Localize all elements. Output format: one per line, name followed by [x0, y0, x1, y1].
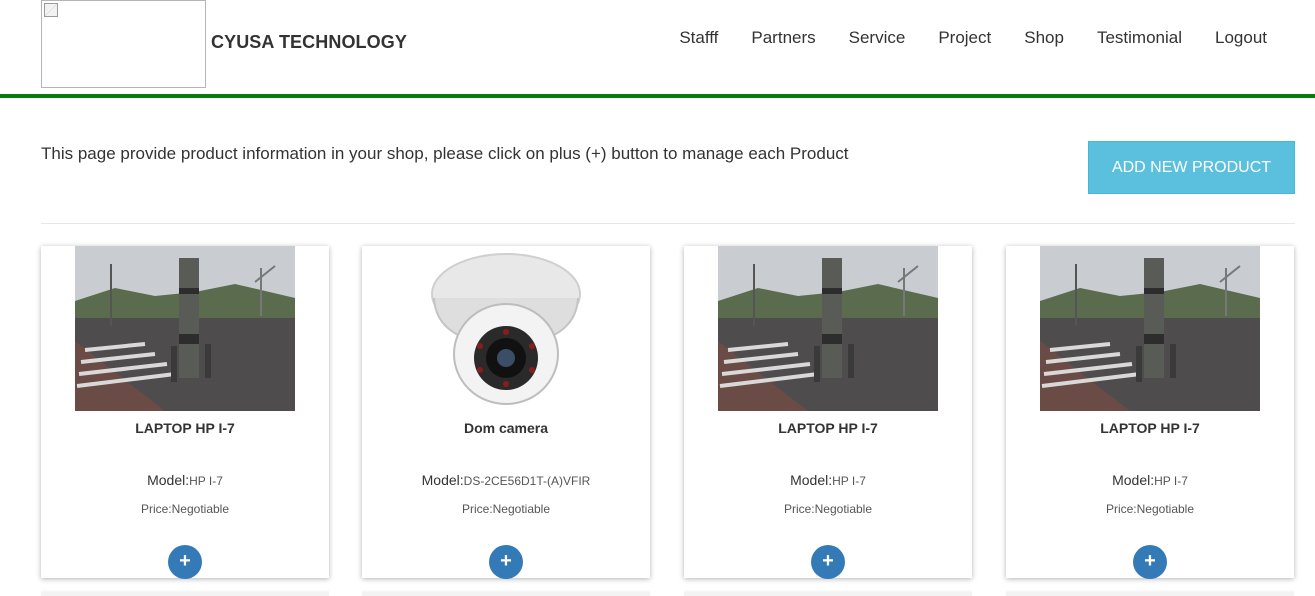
nav-project[interactable]: Project	[938, 28, 991, 48]
nav-service[interactable]: Service	[849, 28, 906, 48]
brand-name[interactable]: CYUSA TECHNOLOGY	[211, 32, 407, 53]
nav-staff[interactable]: Stafff	[679, 28, 718, 48]
next-row-card-edge	[362, 592, 650, 596]
nav-partners[interactable]: Partners	[751, 28, 815, 48]
product-title: LAPTOP HP I-7	[1100, 420, 1200, 436]
product-image	[75, 246, 295, 411]
model-label: Model:	[147, 472, 190, 488]
section-divider	[41, 223, 1295, 224]
nav-testimonial[interactable]: Testimonial	[1097, 28, 1182, 48]
product-model: Model:HP I-7	[41, 472, 329, 488]
product-image	[396, 246, 616, 411]
model-value: HP I-7	[189, 474, 223, 488]
manage-product-plus-button[interactable]: +	[811, 545, 845, 579]
product-price: Price:Negotiable	[140, 502, 230, 516]
main-nav: Stafff Partners Service Project Shop Tes…	[646, 28, 1267, 48]
product-card: LAPTOP HP I-7 Model:HP I-7 Price:Negotia…	[41, 246, 329, 579]
product-model: Model:HP I-7	[684, 472, 972, 488]
manage-product-plus-button[interactable]: +	[168, 545, 202, 579]
product-card: LAPTOP HP I-7 Model:HP I-7 Price:Negotia…	[684, 246, 972, 579]
product-card: Dom camera Model:DS-2CE56D1T-(A)VFIR Pri…	[362, 246, 650, 579]
product-price: Price:Negotiable	[461, 502, 551, 516]
product-title: LAPTOP HP I-7	[778, 420, 878, 436]
next-row-card-edge	[684, 592, 972, 596]
product-image	[718, 246, 938, 411]
product-title: LAPTOP HP I-7	[135, 420, 235, 436]
product-image	[1040, 246, 1260, 411]
model-label: Model:	[421, 472, 464, 488]
model-value: DS-2CE56D1T-(A)VFIR	[463, 474, 591, 488]
manage-product-plus-button[interactable]: +	[1133, 545, 1167, 579]
model-label: Model:	[1112, 472, 1155, 488]
product-title: Dom camera	[463, 420, 549, 436]
broken-image-icon	[44, 3, 58, 17]
product-price: Price:Negotiable	[783, 502, 873, 516]
model-value: HP I-7	[832, 474, 866, 488]
add-new-product-button[interactable]: ADD NEW PRODUCT	[1088, 141, 1295, 194]
product-price: Price:Negotiable	[1105, 502, 1195, 516]
product-card: LAPTOP HP I-7 Model:HP I-7 Price:Negotia…	[1006, 246, 1294, 579]
page-intro-text: This page provide product information in…	[41, 144, 849, 163]
next-row-card-edge	[1006, 592, 1294, 596]
next-row-card-edge	[41, 592, 329, 596]
nav-logout[interactable]: Logout	[1215, 28, 1267, 48]
product-model: Model:HP I-7	[1006, 472, 1294, 488]
nav-shop[interactable]: Shop	[1024, 28, 1064, 48]
site-header: CYUSA TECHNOLOGY Stafff Partners Service…	[0, 0, 1315, 98]
logo-image[interactable]	[41, 0, 206, 88]
model-value: HP I-7	[1154, 474, 1188, 488]
manage-product-plus-button[interactable]: +	[489, 545, 523, 579]
product-model: Model:DS-2CE56D1T-(A)VFIR	[362, 472, 650, 488]
model-label: Model:	[790, 472, 833, 488]
